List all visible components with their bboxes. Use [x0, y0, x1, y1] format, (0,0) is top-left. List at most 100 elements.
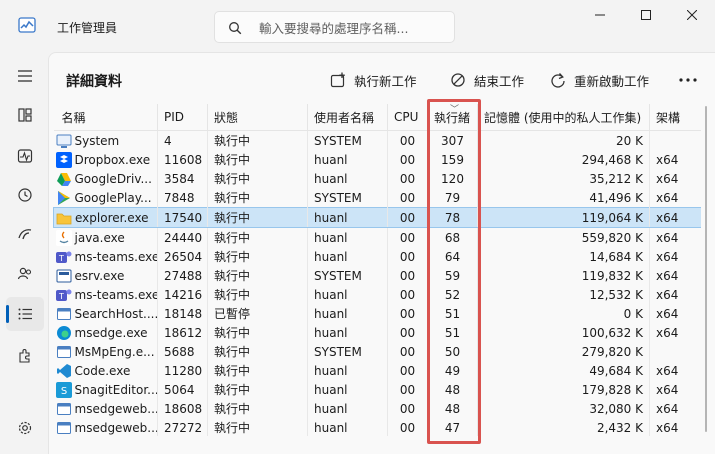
table-row[interactable]: explorer.exe 17540 執行中 huanl 00 78 119,064 Kx6… [53, 207, 701, 228]
nav-details[interactable] [6, 297, 44, 331]
column-header-memory[interactable]: 記憶體 (使用中的私人工作集) [477, 104, 650, 131]
nav-services[interactable] [6, 338, 44, 372]
column-header-architecture[interactable]: 架構 [649, 104, 701, 131]
app-icon [56, 420, 72, 436]
status-cell: 執行中 [207, 323, 308, 342]
process-name-cell: msedge.exe [54, 323, 158, 342]
end-task-button[interactable]: 結束工作 [450, 66, 524, 94]
cpu-cell: 00 [387, 169, 428, 188]
column-header-cpu[interactable]: CPU [387, 104, 428, 131]
table-row[interactable]: Tms-teams.exe 26504 執行中 huanl 00 64 14,684 Kx6… [54, 247, 701, 266]
pid-cell: 5064 [157, 380, 208, 399]
memory-cell: 100,632 K [477, 323, 650, 342]
process-name: MsMpEng.e... [74, 344, 155, 359]
nav-selection-indicator [6, 305, 9, 323]
status-cell: 執行中 [207, 418, 308, 436]
architecture-cell: x64 [649, 380, 701, 399]
status-cell: 已暫停 [207, 304, 308, 323]
nav-users[interactable] [6, 256, 44, 290]
architecture-cell: x64 [649, 169, 701, 188]
table-row[interactable]: GoogleDriv... 3584 執行中 huanl 00 120 35,212 Kx6… [54, 169, 701, 188]
more-options-button[interactable] [676, 66, 700, 94]
memory-cell: 20 K [477, 130, 650, 150]
memory-cell: 41,496 K [477, 188, 650, 208]
cpu-cell: 00 [387, 323, 428, 342]
table-row[interactable]: Tms-teams.exe 14216 執行中 huanl 00 52 12,532 Kx6… [54, 285, 701, 304]
nav-processes[interactable] [6, 98, 44, 132]
architecture-cell: x64 [649, 247, 701, 266]
performance-icon [17, 149, 33, 163]
pid-cell: 11280 [157, 361, 208, 380]
table-row[interactable]: System 4 執行中 SYSTEM 00 307 20 K [54, 130, 701, 150]
memory-cell: 559,820 K [477, 227, 650, 247]
pid-cell: 24440 [157, 227, 208, 247]
table-row[interactable]: Code.exe 11280 執行中 huanl 00 49 49,684 Kx64 [54, 361, 701, 380]
menu-icon [18, 70, 32, 82]
search-box[interactable] [214, 11, 455, 44]
process-name: SnagitEditor... [74, 382, 158, 397]
table-row[interactable]: msedgeweb... 18608 執行中 huanl 00 48 32,080 Kx64 [54, 399, 701, 418]
end-task-label: 結束工作 [474, 73, 525, 89]
table-row[interactable]: S SnagitEditor... 5064 執行中 huanl 00 48 179,828 … [54, 380, 701, 399]
column-header-status[interactable]: 狀態 [207, 104, 308, 131]
status-cell: 執行中 [207, 188, 308, 208]
process-name: msedge.exe [74, 325, 148, 340]
vertical-scrollbar[interactable] [704, 104, 708, 434]
users-icon [17, 267, 32, 280]
run-new-task-button[interactable]: 執行新工作 [330, 66, 417, 94]
process-name: msedgeweb... [74, 401, 158, 416]
cpu-cell: 00 [387, 150, 428, 169]
search-icon [228, 21, 242, 35]
table-row[interactable]: MsMpEng.e... 5688 執行中 SYSTEM 00 50 279,820 K [54, 342, 701, 361]
user-cell: huanl [307, 380, 388, 399]
table-row[interactable]: Dropbox.exe 11608 執行中 huanl 00 159 294,468 Kx6… [54, 150, 701, 169]
maximize-icon [641, 10, 651, 20]
table-row[interactable]: esrv.exe 27488 執行中 SYSTEM 00 59 119,832 Kx64 [54, 266, 701, 285]
folder-icon [56, 210, 72, 226]
table-row[interactable]: GooglePlay... 7848 執行中 SYSTEM 00 79 41,496 Kx6… [54, 188, 701, 208]
user-cell: SYSTEM [307, 266, 388, 285]
user-cell: huanl [307, 399, 388, 418]
process-name: System [74, 133, 120, 148]
minimize-button[interactable] [577, 0, 623, 30]
status-cell: 執行中 [207, 207, 308, 228]
close-button[interactable] [669, 0, 715, 30]
memory-cell: 49,684 K [477, 361, 650, 380]
minimize-icon [595, 14, 605, 16]
cpu-cell: 00 [387, 130, 428, 150]
app-icon [56, 306, 72, 322]
process-name: msedgeweb... [74, 420, 158, 435]
process-name-cell: MsMpEng.e... [54, 342, 158, 361]
architecture-cell: x64 [649, 361, 701, 380]
architecture-cell: x64 [649, 323, 701, 342]
column-header-user[interactable]: 使用者名稱 [307, 104, 388, 131]
nav-settings[interactable] [6, 411, 44, 445]
maximize-button[interactable] [623, 0, 669, 30]
nav-performance[interactable] [6, 139, 44, 173]
memory-cell: 12,532 K [477, 285, 650, 304]
user-cell: huanl [307, 150, 388, 169]
table-row[interactable]: msedge.exe 18612 執行中 huanl 00 51 100,632 Kx64 [54, 323, 701, 342]
user-cell: huanl [307, 304, 388, 323]
cpu-cell: 00 [387, 247, 428, 266]
restart-task-button[interactable]: 重新啟動工作 [550, 66, 649, 94]
dropbox-icon [55, 151, 72, 168]
table-row[interactable]: SearchHost.... 18148 已暫停 huanl 00 51 0 Kx64 [54, 304, 701, 323]
process-name-cell: msedgeweb... [54, 399, 158, 418]
column-header-pid[interactable]: PID [157, 104, 208, 131]
vscode-icon [56, 363, 72, 379]
app-icon [56, 401, 72, 417]
table-header: 名稱 PID 狀態 使用者名稱 CPU ﹀ 執行緒 記憶體 (使用中的私人工作集)… [53, 104, 701, 131]
status-cell: 執行中 [207, 247, 308, 266]
nav-app-history[interactable] [6, 178, 44, 212]
menu-button[interactable] [6, 59, 44, 93]
column-header-name[interactable]: 名稱 [53, 104, 158, 131]
pid-cell: 5688 [157, 342, 208, 361]
nav-startup-apps[interactable] [6, 217, 44, 251]
restart-task-label: 重新啟動工作 [574, 73, 650, 89]
process-name-cell: S SnagitEditor... [54, 380, 158, 399]
table-row[interactable]: java.exe 24440 執行中 huanl 00 68 559,820 Kx64 [54, 227, 701, 247]
table-row[interactable]: msedgeweb... 27272 執行中 huanl 00 47 2,432 Kx64 [54, 418, 701, 436]
process-name-cell: explorer.exe [53, 207, 158, 228]
search-input[interactable] [257, 12, 451, 44]
